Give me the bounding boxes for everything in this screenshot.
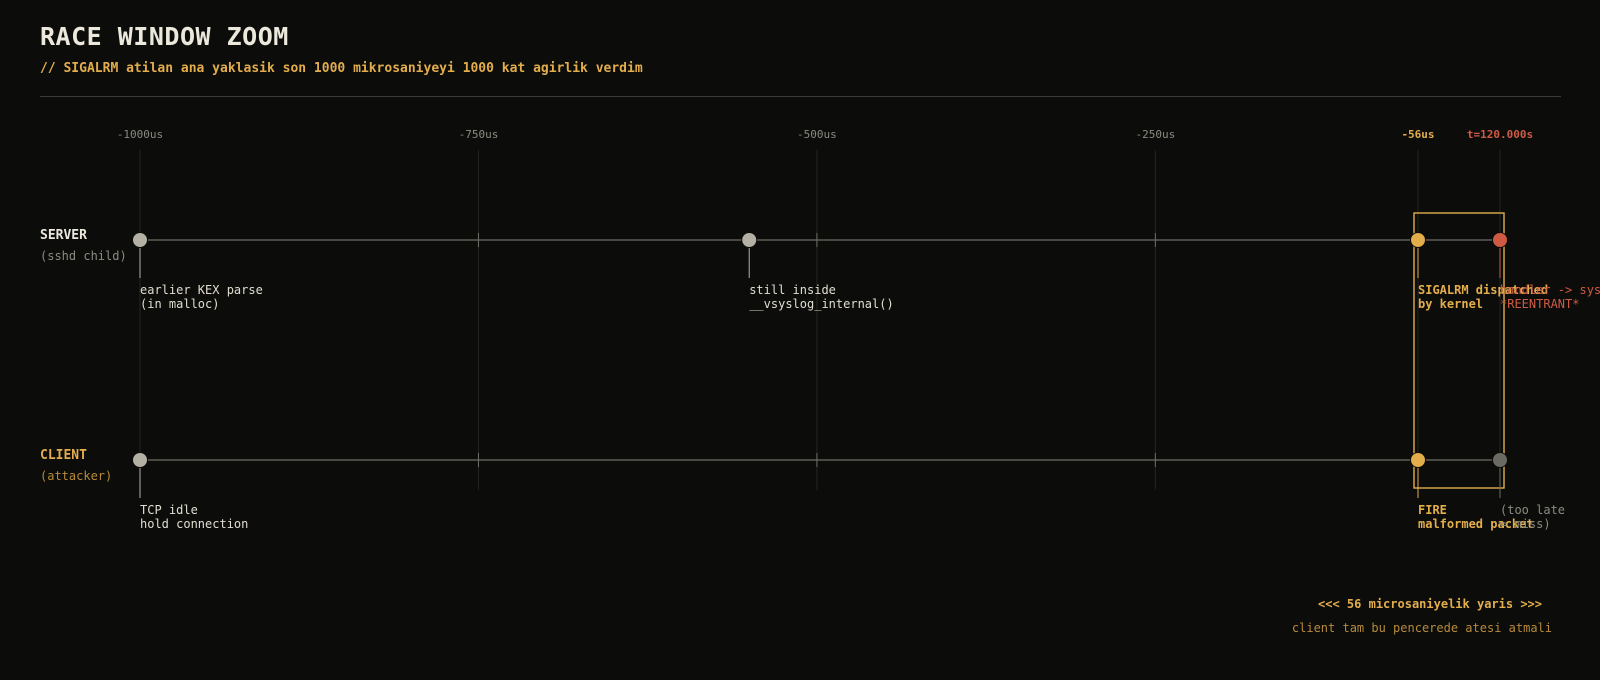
lane-label-server: SERVER: [40, 228, 87, 243]
event-label-line: earlier KEX parse: [140, 283, 263, 297]
event-node-client: [1492, 452, 1508, 468]
tick-label: -250us: [1135, 128, 1175, 141]
race-timeline-diagram: -1000us -750us -500us -250us -56us t=120.000s…: [40, 128, 1600, 531]
tick-label: -1000us: [117, 128, 163, 141]
event-label-line: by kernel: [1418, 297, 1483, 311]
lane-sublabel-server: (sshd child): [40, 249, 127, 263]
event-label-line: *REENTRANT*: [1500, 297, 1579, 311]
event-label-line: handler -> syslog(): [1500, 283, 1600, 297]
event-node-server: [1410, 232, 1426, 248]
event-label-line: TCP idle: [140, 503, 198, 517]
tick-label: -750us: [459, 128, 499, 141]
event-label-line: __vsyslog_internal(): [749, 297, 894, 311]
event-label-line: hold connection: [140, 517, 248, 531]
lane-label-client: CLIENT: [40, 448, 87, 463]
tick-label: -56us: [1401, 128, 1434, 141]
event-label-line: (in malloc): [140, 297, 219, 311]
race-window-title: <<< 56 microsaniyelik yaris >>>: [1318, 597, 1542, 611]
race-window-box: [1413, 212, 1505, 489]
tick-label: -500us: [797, 128, 837, 141]
event-node-client: [132, 452, 148, 468]
event-node-client: [1410, 452, 1426, 468]
tick-label: t=120.000s: [1467, 128, 1533, 141]
race-window-note: client tam bu pencerede atesi atmali: [1291, 621, 1552, 635]
event-node-server: [741, 232, 758, 248]
event-label-line: still inside: [749, 283, 836, 297]
lane-sublabel-client: (attacker): [40, 469, 112, 483]
event-label-line: FIRE: [1418, 503, 1447, 517]
event-node-server: [132, 232, 148, 248]
event-node-server: [1492, 232, 1508, 248]
event-label-line: (too late: [1500, 503, 1565, 517]
event-label-line: = miss): [1500, 517, 1551, 531]
